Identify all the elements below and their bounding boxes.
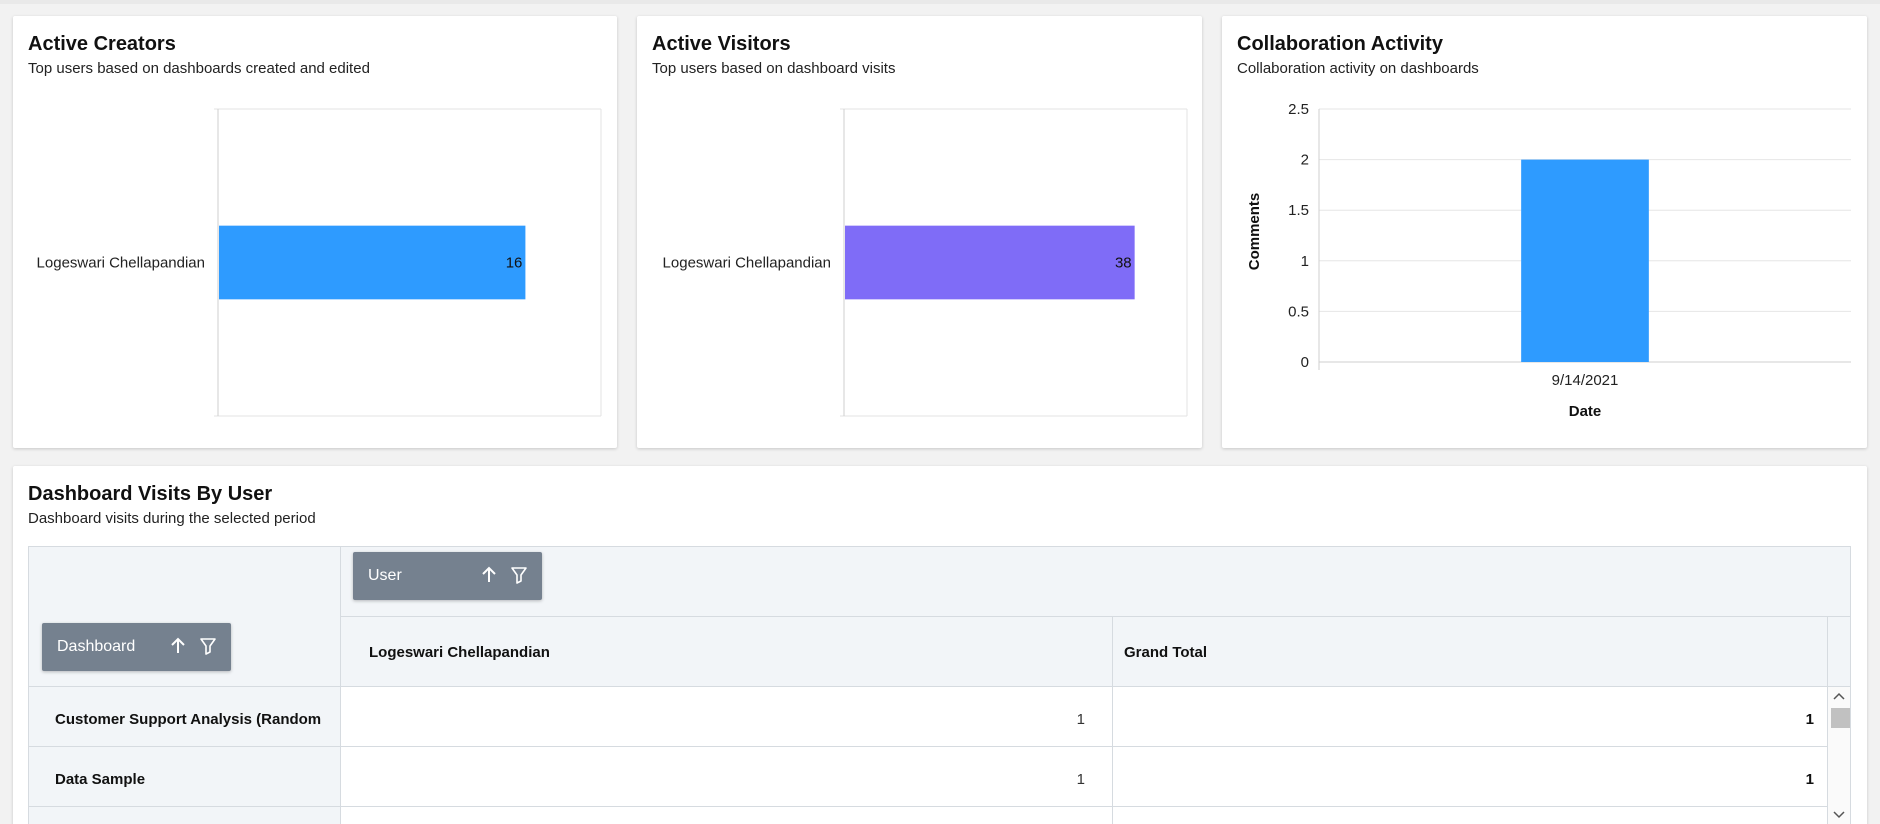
y-tick-label: 2.5 xyxy=(1288,101,1309,118)
pivot-cell[interactable]: 1 xyxy=(357,711,1085,728)
grid-line xyxy=(340,546,341,824)
active-visitors-card: Active Visitors Top users based on dashb… xyxy=(637,16,1202,448)
grid-line xyxy=(28,686,1851,687)
sort-ascending-icon[interactable] xyxy=(169,636,187,656)
grid-line xyxy=(340,616,1851,617)
data-label: 16 xyxy=(506,255,523,272)
pivot-data-pane xyxy=(357,688,1827,824)
bar xyxy=(1521,159,1649,362)
dashboard-field-chip[interactable]: Dashboard xyxy=(42,623,231,671)
collaboration-activity-chart: 0 0.5 1 1.5 2 2.5 9/14/2021 Date Comments xyxy=(1246,101,1851,420)
pivot-total-cell[interactable]: 1 xyxy=(1124,771,1814,788)
user-field-chip[interactable]: User xyxy=(353,552,542,600)
y-tick-label: 0 xyxy=(1301,354,1309,371)
dashboard-field-label: Dashboard xyxy=(57,638,136,655)
grid-line xyxy=(1850,546,1851,824)
filter-icon[interactable] xyxy=(510,565,528,585)
scrollbar-thumb[interactable] xyxy=(1831,708,1850,728)
y-axis-label: Comments xyxy=(1246,193,1263,271)
scroll-down-icon[interactable] xyxy=(1828,806,1850,824)
pivot-row-header-area xyxy=(28,687,340,824)
x-tick-label: 9/14/2021 xyxy=(1552,372,1619,389)
pivot-total-cell[interactable]: 1 xyxy=(1124,711,1814,728)
row-header[interactable]: Data Sample xyxy=(55,771,145,788)
vertical-scrollbar[interactable] xyxy=(1828,687,1850,824)
collaboration-activity-card: Collaboration Activity Collaboration act… xyxy=(1222,16,1867,448)
card-title: Dashboard Visits By User xyxy=(28,483,273,505)
grid-line xyxy=(1112,616,1113,824)
row-header[interactable]: Customer Support Analysis (Random xyxy=(55,711,321,728)
sort-ascending-icon[interactable] xyxy=(480,565,498,585)
grid-line xyxy=(28,806,1828,807)
bar xyxy=(845,225,1135,300)
top-divider xyxy=(0,0,1880,4)
active-visitors-chart: Logeswari Chellapandian 38 xyxy=(663,108,1188,417)
y-tick-label: 1 xyxy=(1301,253,1309,270)
column-header-user[interactable]: Logeswari Chellapandian xyxy=(369,644,550,661)
filter-icon[interactable] xyxy=(199,636,217,656)
y-tick-label: 2 xyxy=(1301,152,1309,169)
x-axis-label: Date xyxy=(1569,403,1602,420)
scroll-up-icon[interactable] xyxy=(1828,687,1850,705)
y-tick-label: 0.5 xyxy=(1288,303,1309,320)
y-tick-label: 1.5 xyxy=(1288,202,1309,219)
active-creators-chart: Logeswari Chellapandian 16 xyxy=(37,108,602,417)
data-label: 38 xyxy=(1115,255,1132,272)
category-label: Logeswari Chellapandian xyxy=(663,255,831,272)
pivot-grid: User Dashboard Logeswari Chellapandian G… xyxy=(28,546,1851,824)
user-field-label: User xyxy=(368,567,402,584)
card-subtitle: Dashboard visits during the selected per… xyxy=(28,510,316,527)
category-label: Logeswari Chellapandian xyxy=(37,255,205,272)
grid-line xyxy=(28,546,1851,547)
pivot-cell[interactable]: 1 xyxy=(357,771,1085,788)
grid-line xyxy=(28,546,29,824)
bar xyxy=(219,225,526,300)
column-header-grand-total[interactable]: Grand Total xyxy=(1124,644,1207,661)
dashboard-visits-card: Dashboard Visits By User Dashboard visit… xyxy=(13,466,1867,824)
active-creators-card: Active Creators Top users based on dashb… xyxy=(13,16,617,448)
grid-line xyxy=(28,746,1828,747)
